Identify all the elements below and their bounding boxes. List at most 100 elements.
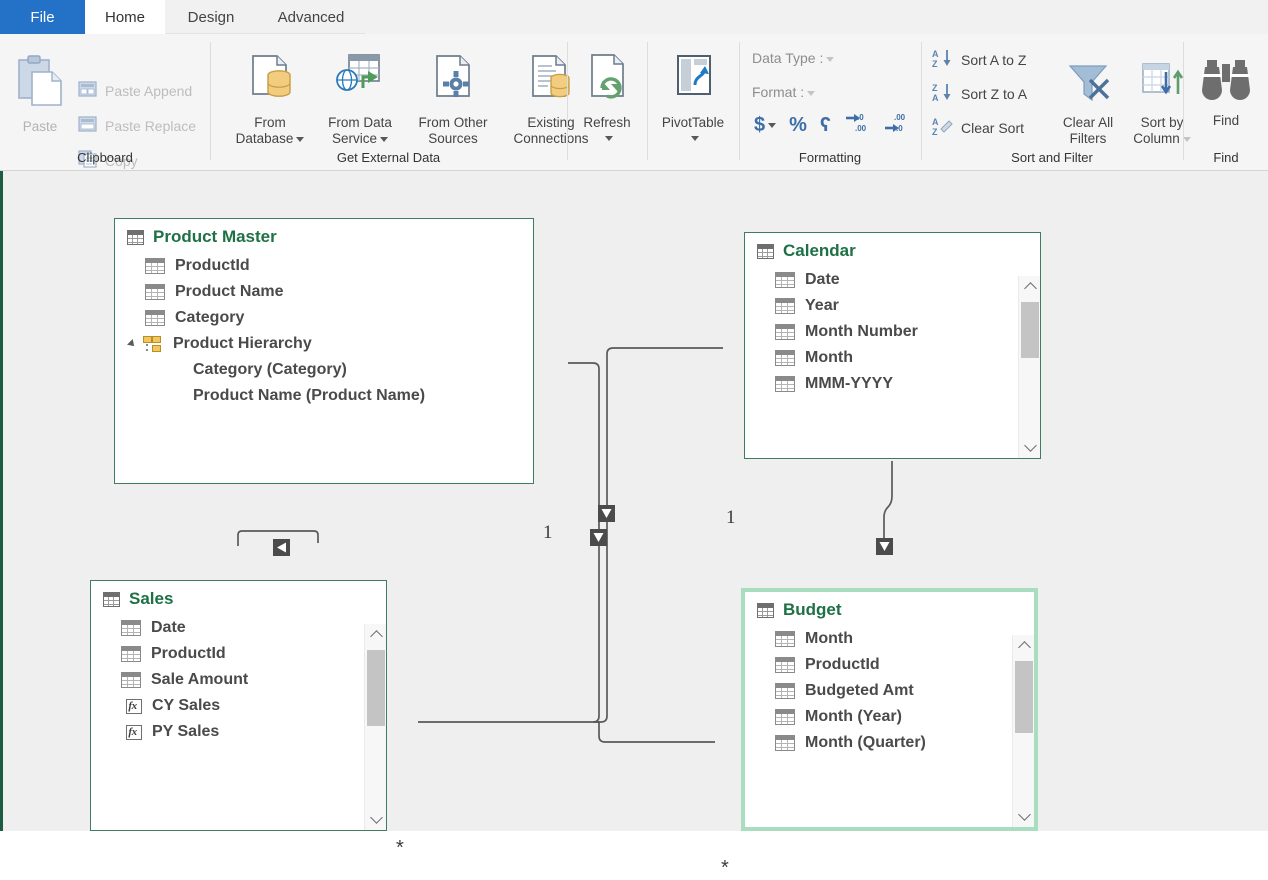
field-label: PY Sales bbox=[152, 723, 219, 741]
comma-style-icon[interactable]: ʕ bbox=[820, 114, 831, 137]
tab-home[interactable]: Home bbox=[85, 0, 165, 34]
diagram-table-sales[interactable]: Sales Date ProductId Sale Amount fx CY S… bbox=[90, 580, 387, 831]
sales-vertical-scrollbar[interactable] bbox=[364, 624, 386, 830]
budget-vertical-scrollbar[interactable] bbox=[1012, 635, 1034, 827]
field-row[interactable]: Month bbox=[745, 345, 1040, 371]
scroll-up-arrow-icon[interactable] bbox=[1019, 276, 1041, 298]
hierarchy-level-row[interactable]: Category (Category) bbox=[115, 357, 533, 383]
scrollbar-thumb[interactable] bbox=[1015, 661, 1033, 733]
table-field-list-sales[interactable]: Date ProductId Sale Amount fx CY Sales f… bbox=[91, 615, 386, 745]
field-label: MMM-YYYY bbox=[805, 375, 893, 393]
paste-replace-button[interactable]: Paste Replace bbox=[78, 115, 196, 136]
table-field-list-product-master[interactable]: ProductId Product Name Category Product … bbox=[115, 253, 533, 409]
chevron-down-icon[interactable] bbox=[768, 123, 776, 128]
table-icon bbox=[757, 603, 774, 618]
pivottable-icon bbox=[664, 52, 722, 112]
table-header-calendar[interactable]: Calendar bbox=[745, 233, 1040, 267]
svg-text:.0: .0 bbox=[896, 124, 903, 133]
refresh-icon bbox=[578, 52, 636, 112]
data-type-label[interactable]: Data Type : bbox=[752, 50, 834, 66]
scroll-down-arrow-icon[interactable] bbox=[365, 808, 387, 830]
diagram-table-budget[interactable]: Budget Month ProductId Budgeted Amt Mont… bbox=[741, 588, 1038, 831]
svg-text:A: A bbox=[932, 117, 939, 127]
field-row[interactable]: Category bbox=[115, 305, 533, 331]
calendar-vertical-scrollbar[interactable] bbox=[1018, 276, 1040, 458]
scrollbar-thumb[interactable] bbox=[367, 650, 385, 726]
field-row[interactable]: ProductId bbox=[91, 641, 386, 667]
percent-format-icon[interactable]: % bbox=[789, 114, 807, 137]
chevron-down-icon[interactable] bbox=[807, 91, 815, 96]
field-row[interactable]: Month Number bbox=[745, 319, 1040, 345]
arrow-glyph-2 bbox=[594, 533, 604, 542]
paste-replace-icon bbox=[78, 115, 98, 136]
column-icon bbox=[121, 646, 141, 662]
table-header-product-master[interactable]: Product Master bbox=[115, 219, 533, 253]
tab-strip-filler bbox=[365, 0, 1268, 34]
field-row[interactable]: Product Name bbox=[115, 279, 533, 305]
from-data-service-button[interactable]: From Data Service bbox=[316, 52, 404, 147]
scroll-down-arrow-icon[interactable] bbox=[1019, 436, 1041, 458]
tab-advanced[interactable]: Advanced bbox=[257, 0, 365, 34]
field-row[interactable]: ProductId bbox=[745, 652, 1034, 678]
sort-z-to-a-button[interactable]: Z A Sort Z to A bbox=[932, 82, 1027, 105]
table-field-list-calendar[interactable]: Date Year Month Number Month MMM-YYYY bbox=[745, 267, 1040, 397]
currency-format-icon[interactable]: $ bbox=[754, 114, 776, 137]
field-row[interactable]: Date bbox=[745, 267, 1040, 293]
field-row[interactable]: MMM-YYYY bbox=[745, 371, 1040, 397]
ribbon-group-pivottable: PivotTable bbox=[648, 34, 738, 171]
field-row[interactable]: Year bbox=[745, 293, 1040, 319]
measure-icon: fx bbox=[121, 724, 142, 741]
field-row[interactable]: Month bbox=[745, 626, 1034, 652]
from-database-button[interactable]: From Database bbox=[226, 52, 314, 147]
field-row[interactable]: Month (Year) bbox=[745, 704, 1034, 730]
field-row-hierarchy[interactable]: Product Hierarchy bbox=[115, 331, 533, 357]
scrollbar-thumb[interactable] bbox=[1021, 302, 1039, 358]
field-row-measure[interactable]: fx PY Sales bbox=[91, 719, 386, 745]
field-label: Date bbox=[805, 271, 840, 289]
expand-triangle-icon[interactable] bbox=[127, 339, 137, 349]
diagram-table-calendar[interactable]: Calendar Date Year Month Number Month MM… bbox=[744, 232, 1041, 459]
chevron-down-icon[interactable] bbox=[380, 137, 388, 142]
tab-design[interactable]: Design bbox=[165, 0, 257, 34]
from-other-sources-button[interactable]: From Other Sources bbox=[407, 52, 499, 147]
table-header-budget[interactable]: Budget bbox=[745, 592, 1034, 626]
increase-decimal-icon[interactable]: .0 .00 bbox=[844, 112, 870, 139]
chevron-down-icon[interactable] bbox=[605, 136, 613, 141]
format-label[interactable]: Format : bbox=[752, 84, 815, 100]
diagram-table-product-master[interactable]: Product Master ProductId Product Name Ca… bbox=[114, 218, 534, 484]
field-row[interactable]: Date bbox=[91, 615, 386, 641]
clear-sort-button[interactable]: A Z Clear Sort bbox=[932, 116, 1024, 139]
scroll-up-arrow-icon[interactable] bbox=[365, 624, 387, 646]
field-row[interactable]: Month (Quarter) bbox=[745, 730, 1034, 756]
clear-all-filters-button[interactable]: Clear All Filters bbox=[1052, 60, 1124, 147]
field-label: ProductId bbox=[805, 656, 880, 674]
column-icon bbox=[121, 620, 141, 636]
refresh-button[interactable]: Refresh bbox=[570, 52, 644, 146]
svg-text:Z: Z bbox=[932, 59, 938, 68]
paste-button[interactable]: Paste bbox=[12, 54, 68, 135]
svg-text:Z: Z bbox=[932, 83, 938, 93]
table-header-sales[interactable]: Sales bbox=[91, 581, 386, 615]
field-row-measure[interactable]: fx CY Sales bbox=[91, 693, 386, 719]
from-database-label-2: Database bbox=[226, 131, 314, 147]
paste-append-button[interactable]: Paste Append bbox=[78, 80, 192, 101]
decrease-decimal-icon[interactable]: .00 .0 bbox=[883, 112, 909, 139]
tab-file[interactable]: File bbox=[0, 0, 85, 34]
clear-sort-label: Clear Sort bbox=[961, 120, 1024, 136]
field-row[interactable]: Sale Amount bbox=[91, 667, 386, 693]
chevron-down-icon[interactable] bbox=[826, 57, 834, 62]
arrow-box-2 bbox=[590, 529, 607, 546]
chevron-down-icon[interactable] bbox=[296, 137, 304, 142]
pivottable-button[interactable]: PivotTable bbox=[650, 52, 736, 146]
ribbon-group-formatting: Data Type : Format : $ % ʕ .0 .00 .00 bbox=[740, 34, 920, 171]
sort-a-to-z-button[interactable]: A Z Sort A to Z bbox=[932, 48, 1026, 71]
field-row[interactable]: Budgeted Amt bbox=[745, 678, 1034, 704]
chevron-down-icon[interactable] bbox=[691, 136, 699, 141]
scroll-down-arrow-icon[interactable] bbox=[1013, 805, 1035, 827]
scroll-up-arrow-icon[interactable] bbox=[1013, 635, 1035, 657]
find-button[interactable]: Find bbox=[1186, 56, 1266, 129]
diagram-view-canvas[interactable]: 1 * 1 1 * * 1 * Product Master ProductId… bbox=[0, 171, 1268, 831]
table-field-list-budget[interactable]: Month ProductId Budgeted Amt Month (Year… bbox=[745, 626, 1034, 756]
field-row[interactable]: ProductId bbox=[115, 253, 533, 279]
hierarchy-level-row[interactable]: Product Name (Product Name) bbox=[115, 383, 533, 409]
